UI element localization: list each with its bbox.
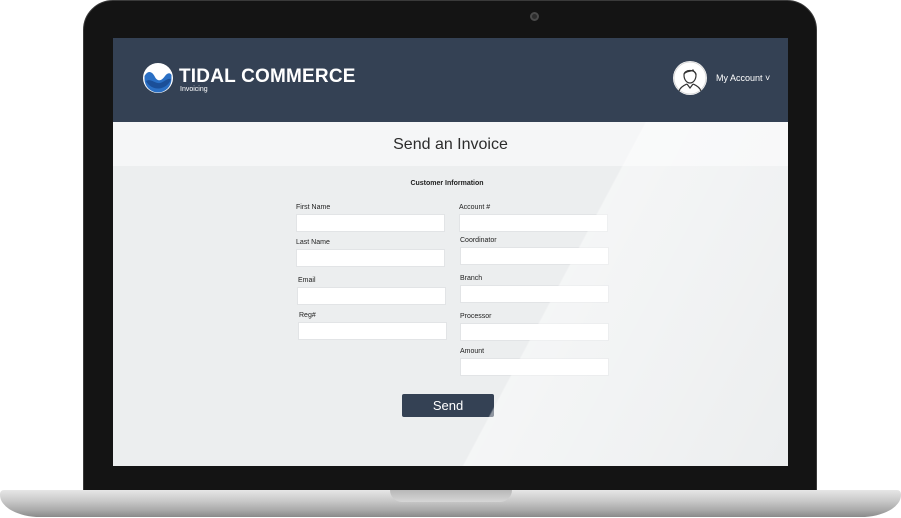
processor-label: Processor (460, 313, 492, 320)
processor-input[interactable] (460, 323, 609, 341)
page-title: Send an Invoice (393, 136, 508, 153)
section-title: Customer Information (410, 180, 484, 187)
brand-name: TIDAL COMMERCE (179, 66, 356, 87)
email-input[interactable] (297, 287, 446, 305)
send-button[interactable]: Send (402, 394, 494, 417)
email-label: Email (298, 277, 316, 284)
app-screen: TIDAL COMMERCE Invoicing My Account ˅ Se… (113, 38, 788, 466)
coordinator-label: Coordinator (460, 237, 497, 244)
first-name-input[interactable] (296, 214, 445, 232)
user-avatar-icon (673, 61, 707, 95)
tidal-wave-logo-icon (143, 63, 173, 93)
my-account-label: My Account ˅ (716, 73, 771, 83)
branch-input[interactable] (460, 285, 609, 303)
reg-number-input[interactable] (298, 322, 447, 340)
my-account-menu[interactable]: My Account ˅ (673, 61, 783, 97)
last-name-input[interactable] (296, 249, 445, 267)
brand-subtitle: Invoicing (180, 86, 208, 93)
webcam-icon (530, 12, 539, 21)
branch-label: Branch (460, 275, 483, 282)
coordinator-input[interactable] (460, 247, 609, 265)
amount-input[interactable] (460, 358, 609, 376)
app-header: TIDAL COMMERCE Invoicing My Account ˅ (113, 38, 788, 122)
account-number-input[interactable] (459, 214, 608, 232)
last-name-label: Last Name (296, 239, 330, 246)
account-number-label: Account # (459, 204, 491, 211)
first-name-label: First Name (296, 204, 331, 211)
reg-number-label: Reg# (299, 312, 316, 319)
laptop-base-notch (390, 490, 512, 502)
amount-label: Amount (460, 348, 485, 355)
